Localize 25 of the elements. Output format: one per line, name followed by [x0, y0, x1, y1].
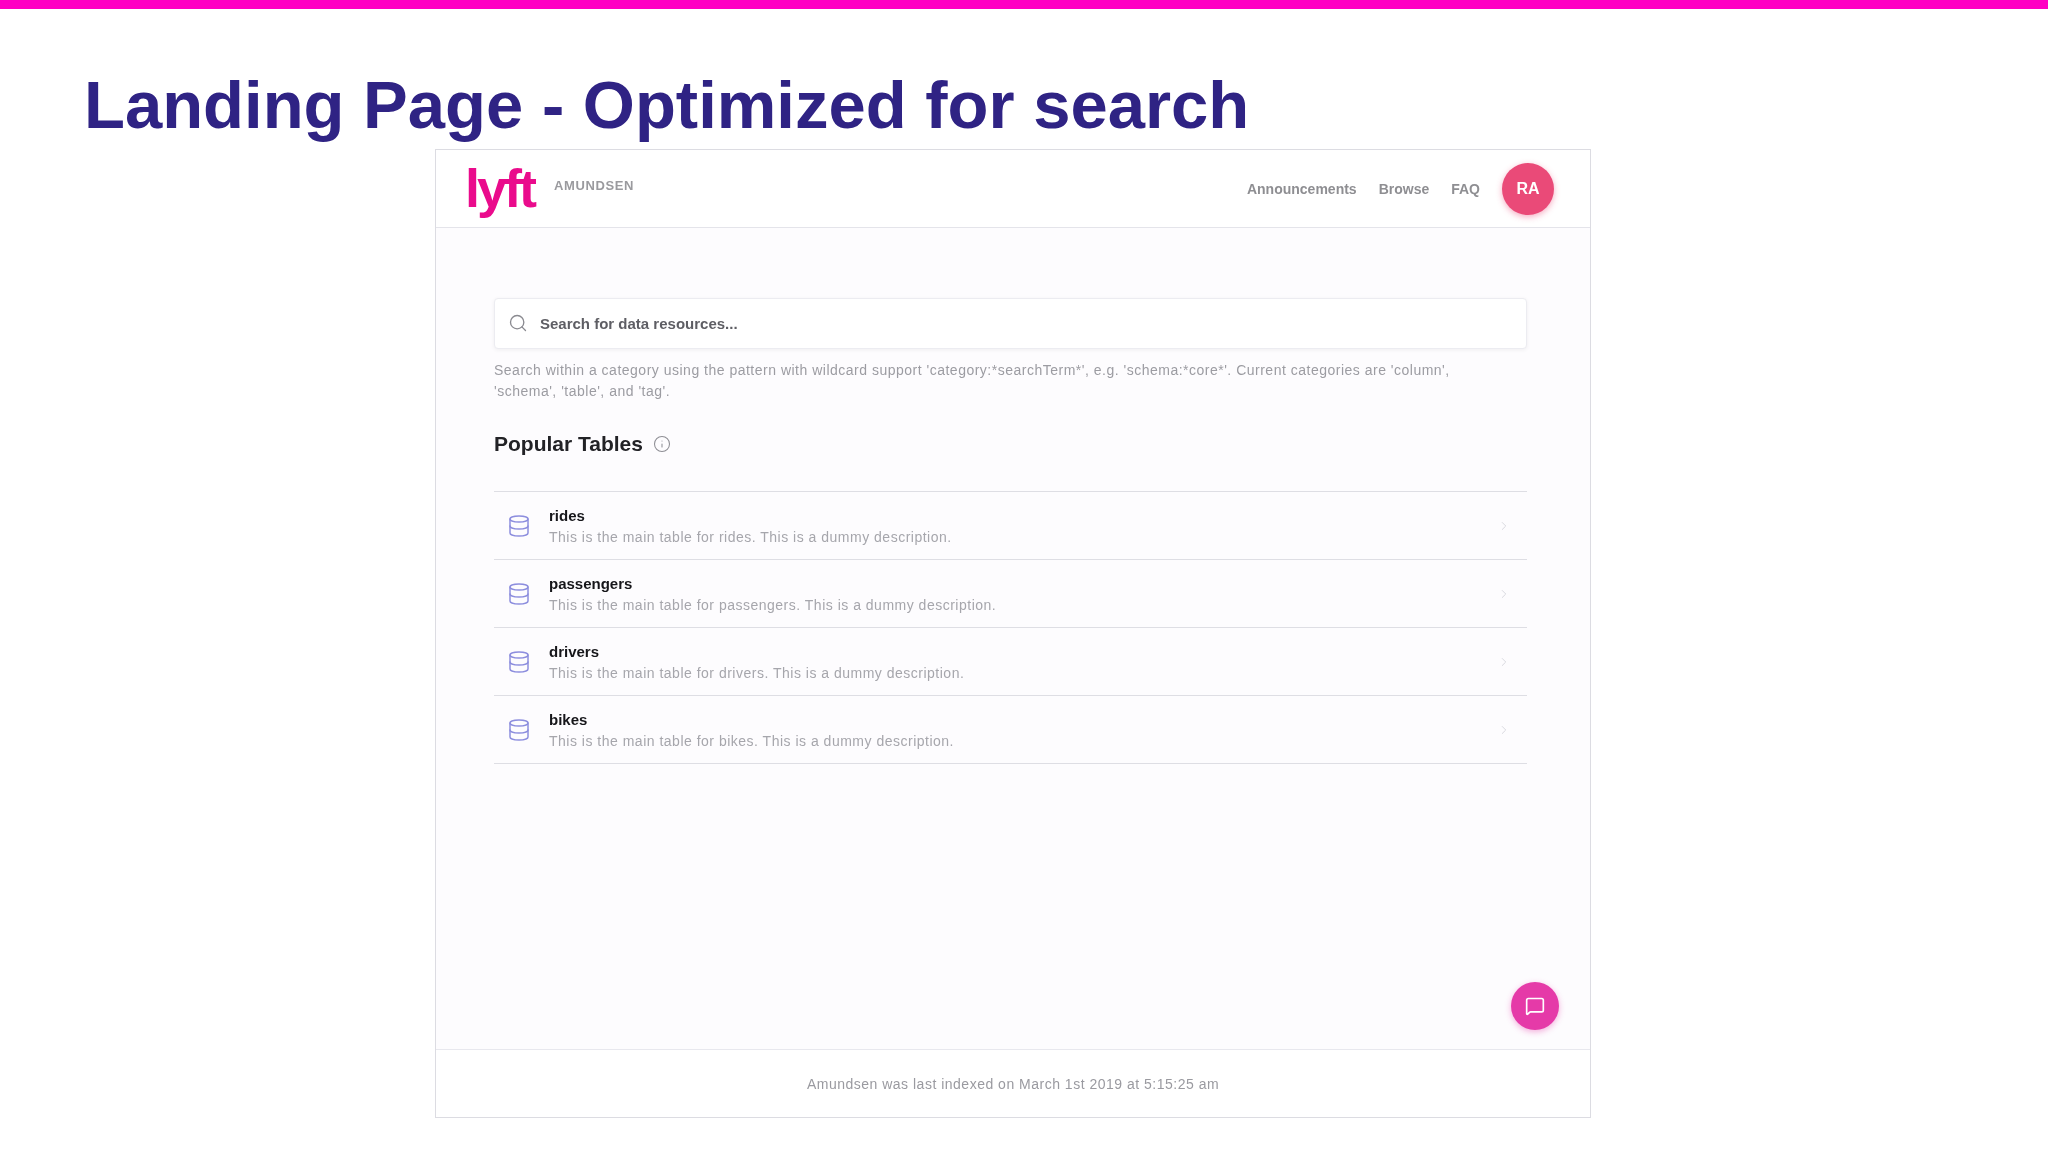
search-icon	[508, 313, 528, 333]
footer-text: Amundsen was last indexed on March 1st 2019 at 5:15:25 am	[806, 1075, 1220, 1092]
chat-button[interactable]	[1511, 982, 1559, 1030]
nav-link[interactable]: FAQ	[1451, 180, 1480, 197]
table-description: This is the main table for passengers. This is a dummy description.	[549, 596, 997, 613]
table-name[interactable]: rides	[549, 506, 585, 524]
table-description: This is the main table for drivers. This is a dummy description.	[549, 664, 965, 681]
database-icon	[507, 649, 531, 674]
database-icon	[507, 717, 531, 742]
database-icon	[507, 513, 531, 538]
table-name[interactable]: drivers	[549, 642, 600, 660]
avatar[interactable]: RA	[1502, 162, 1554, 215]
info-icon	[653, 435, 671, 453]
search-hint: Search within a category using the pattern with wildcard support 'category:*searchTerm*', e.g. 'schema:*core*'. Current categories are 'column', 'schema', 'table', and 'tag'.	[494, 361, 1451, 401]
message-icon	[1525, 996, 1545, 1016]
section-title: Popular Tables	[494, 432, 643, 456]
table-name[interactable]: bikes	[549, 710, 588, 728]
database-icon	[507, 581, 531, 606]
nav-link[interactable]: Announcements	[1246, 180, 1357, 197]
nav-link[interactable]: Browse	[1378, 180, 1430, 197]
search-field[interactable]: Search for data resources...	[494, 298, 1527, 349]
table-name[interactable]: passengers	[549, 574, 633, 592]
table-description: This is the main table for rides. This is a dummy description.	[549, 528, 952, 545]
table-description: This is the main table for bikes. This is a dummy description.	[549, 732, 954, 749]
product-name: AMUNDSEN	[554, 178, 634, 193]
